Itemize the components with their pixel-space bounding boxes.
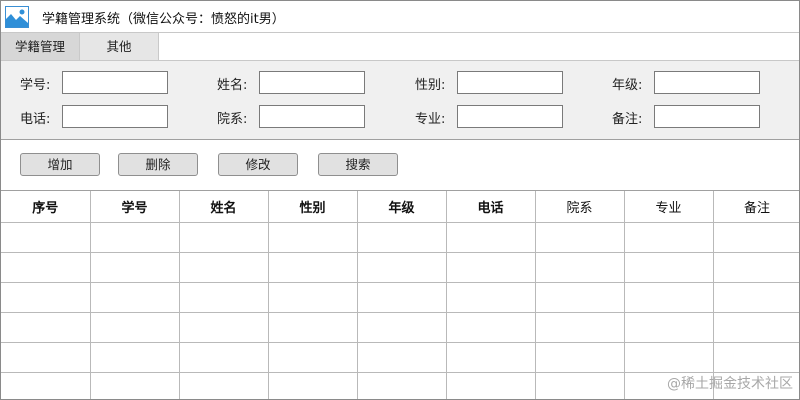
table-cell[interactable] bbox=[178, 341, 269, 373]
menu-item-other[interactable]: 其他 bbox=[80, 33, 159, 60]
student-id-label: 学号: bbox=[20, 78, 51, 93]
phone-label: 电话: bbox=[20, 112, 51, 127]
remark-label: 备注: bbox=[612, 112, 643, 127]
name-label: 姓名: bbox=[217, 78, 248, 93]
table-row[interactable] bbox=[1, 251, 799, 283]
table-cell[interactable] bbox=[623, 281, 714, 313]
table-cell[interactable] bbox=[712, 311, 799, 343]
table-cell[interactable] bbox=[623, 251, 714, 283]
table-cell[interactable] bbox=[445, 341, 536, 373]
grade-label: 年级: bbox=[612, 78, 643, 93]
add-button[interactable]: 增加 bbox=[20, 153, 100, 176]
student-grid: 序号 学号 姓名 性别 年级 电话 院系 专业 备注 bbox=[1, 191, 799, 399]
major-input[interactable] bbox=[457, 105, 563, 128]
table-cell[interactable] bbox=[178, 251, 269, 283]
table-cell[interactable] bbox=[1, 341, 91, 373]
table-cell[interactable] bbox=[89, 341, 180, 373]
table-cell[interactable] bbox=[1, 251, 91, 283]
table-cell[interactable] bbox=[534, 371, 625, 399]
column-header-department[interactable]: 院系 bbox=[534, 191, 625, 223]
menu-item-student-management[interactable]: 学籍管理 bbox=[1, 33, 80, 60]
table-cell[interactable] bbox=[89, 371, 180, 399]
table-cell[interactable] bbox=[1, 221, 91, 253]
major-label: 专业: bbox=[415, 112, 446, 127]
menu-bar: 学籍管理 其他 bbox=[1, 33, 799, 61]
table-cell[interactable] bbox=[356, 341, 447, 373]
form-panel: 学号: 姓名: 性别: 年级: 电话: 院系: 专业: 备注: bbox=[1, 61, 799, 140]
column-header-phone[interactable]: 电话 bbox=[445, 191, 536, 223]
table-cell[interactable] bbox=[623, 341, 714, 373]
table-cell[interactable] bbox=[445, 371, 536, 399]
table-cell[interactable] bbox=[445, 221, 536, 253]
remark-input[interactable] bbox=[654, 105, 760, 128]
delete-button[interactable]: 删除 bbox=[118, 153, 198, 176]
table-cell[interactable] bbox=[534, 341, 625, 373]
table-cell[interactable] bbox=[267, 251, 358, 283]
table-row[interactable] bbox=[1, 221, 799, 253]
table-cell[interactable] bbox=[1, 371, 91, 399]
table-cell[interactable] bbox=[534, 281, 625, 313]
window-title: 学籍管理系统（微信公众号：愤怒的it男） bbox=[42, 12, 285, 27]
table-row[interactable] bbox=[1, 311, 799, 343]
column-header-student-id[interactable]: 学号 bbox=[89, 191, 180, 223]
phone-input[interactable] bbox=[62, 105, 168, 128]
column-header-name[interactable]: 姓名 bbox=[178, 191, 269, 223]
table-cell[interactable] bbox=[356, 311, 447, 343]
table-cell[interactable] bbox=[445, 251, 536, 283]
student-id-input[interactable] bbox=[62, 71, 168, 94]
student-table: 序号 学号 姓名 性别 年级 电话 院系 专业 备注 bbox=[1, 190, 799, 399]
table-cell[interactable] bbox=[712, 221, 799, 253]
table-row[interactable] bbox=[1, 341, 799, 373]
table-cell[interactable] bbox=[267, 371, 358, 399]
table-cell[interactable] bbox=[623, 221, 714, 253]
table-row[interactable] bbox=[1, 281, 799, 313]
table-cell[interactable] bbox=[267, 311, 358, 343]
table-cell[interactable] bbox=[267, 281, 358, 313]
search-button[interactable]: 搜索 bbox=[318, 153, 398, 176]
table-cell[interactable] bbox=[356, 371, 447, 399]
table-cell[interactable] bbox=[1, 281, 91, 313]
table-cell[interactable] bbox=[356, 221, 447, 253]
table-cell[interactable] bbox=[445, 311, 536, 343]
table-cell[interactable] bbox=[623, 311, 714, 343]
app-image-icon bbox=[5, 6, 29, 28]
table-cell[interactable] bbox=[712, 281, 799, 313]
table-cell[interactable] bbox=[534, 221, 625, 253]
table-cell[interactable] bbox=[178, 371, 269, 399]
gender-input[interactable] bbox=[457, 71, 563, 94]
table-cell[interactable] bbox=[534, 311, 625, 343]
table-cell[interactable] bbox=[356, 251, 447, 283]
table-cell[interactable] bbox=[267, 341, 358, 373]
watermark-text: @稀土掘金技术社区 bbox=[667, 376, 793, 392]
department-input[interactable] bbox=[259, 105, 365, 128]
column-header-gender[interactable]: 性别 bbox=[267, 191, 358, 223]
table-cell[interactable] bbox=[89, 281, 180, 313]
table-header-row: 序号 学号 姓名 性别 年级 电话 院系 专业 备注 bbox=[1, 191, 799, 223]
table-cell[interactable] bbox=[712, 251, 799, 283]
table-cell[interactable] bbox=[89, 251, 180, 283]
name-input[interactable] bbox=[259, 71, 365, 94]
column-header-major[interactable]: 专业 bbox=[623, 191, 714, 223]
table-cell[interactable] bbox=[89, 311, 180, 343]
table-cell[interactable] bbox=[89, 221, 180, 253]
title-bar: 学籍管理系统（微信公众号：愤怒的it男） bbox=[1, 1, 799, 33]
table-cell[interactable] bbox=[178, 311, 269, 343]
column-header-remark[interactable]: 备注 bbox=[712, 191, 799, 223]
table-cell[interactable] bbox=[445, 281, 536, 313]
table-cell[interactable] bbox=[712, 341, 799, 373]
table-cell[interactable] bbox=[356, 281, 447, 313]
column-header-index[interactable]: 序号 bbox=[1, 191, 91, 223]
app-window: 学籍管理系统（微信公众号：愤怒的it男） 学籍管理 其他 学号: 姓名: 性别:… bbox=[0, 0, 800, 400]
department-label: 院系: bbox=[217, 112, 248, 127]
gender-label: 性别: bbox=[415, 78, 446, 93]
table-cell[interactable] bbox=[1, 311, 91, 343]
modify-button[interactable]: 修改 bbox=[218, 153, 298, 176]
table-cell[interactable] bbox=[178, 221, 269, 253]
table-cell[interactable] bbox=[534, 251, 625, 283]
column-header-grade[interactable]: 年级 bbox=[356, 191, 447, 223]
table-cell[interactable] bbox=[267, 221, 358, 253]
table-cell[interactable] bbox=[178, 281, 269, 313]
grade-input[interactable] bbox=[654, 71, 760, 94]
